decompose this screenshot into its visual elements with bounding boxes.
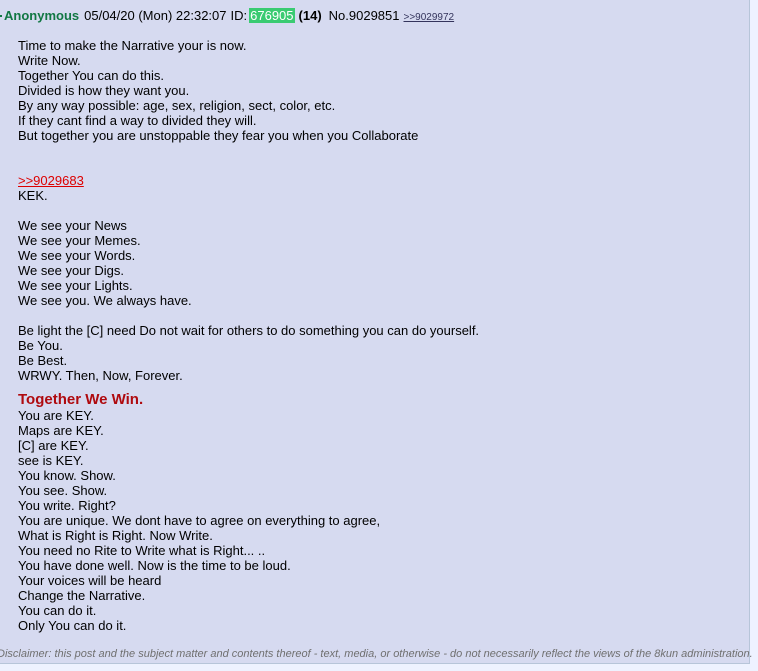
body-line: But together you are unstoppable they fe…	[18, 128, 419, 143]
body-line: We see your News	[18, 218, 127, 233]
body-line: If they cant find a way to divided they …	[18, 113, 257, 128]
body-line: We see your Words.	[18, 248, 136, 263]
post-marker-icon	[0, 14, 2, 17]
body-line: We see you. We always have.	[18, 293, 192, 308]
poster-name: Anonymous	[4, 8, 80, 23]
body-line: Maps are KEY.	[18, 423, 104, 438]
body-line: We see your Digs.	[18, 263, 124, 278]
body-line: You know. Show.	[18, 468, 116, 483]
poster-id-label: ID:	[230, 8, 248, 23]
post-datetime: 05/04/20 (Mon) 22:32:07	[84, 8, 227, 23]
post-reply: Anonymous 05/04/20 (Mon) 22:32:07 ID: 67690…	[0, 0, 753, 664]
body-line: Be You.	[18, 338, 63, 353]
body-line: Be Best.	[18, 353, 68, 368]
body-line: You can do it.	[18, 603, 97, 618]
body-line: Divided is how they want you.	[18, 83, 190, 98]
post-disclaimer: Disclaimer: this post and the subject ma…	[0, 648, 753, 660]
body-line: What is Right is Right. Now Write.	[18, 528, 213, 543]
body-line: Change the Narrative.	[18, 588, 146, 603]
body-line: Together You can do this.	[18, 68, 165, 83]
quote-link-line: >>9029683	[18, 173, 738, 188]
post-header: Anonymous 05/04/20 (Mon) 22:32:07 ID: 67690…	[0, 8, 454, 24]
body-line: You see. Show.	[18, 483, 108, 498]
post-body: Time to make the Narrative your is now. …	[18, 38, 738, 633]
body-line: We see your Lights.	[18, 278, 133, 293]
body-line: Be light the [C] need Do not wait for ot…	[18, 323, 480, 338]
body-line: You are unique. We dont have to agree on…	[18, 513, 381, 528]
poster-id-count: (14)	[298, 8, 322, 23]
backlink[interactable]: >>9029972	[404, 12, 455, 23]
quote-link[interactable]: >>9029683	[18, 173, 84, 188]
body-line: see is KEY.	[18, 453, 84, 468]
body-line: [C] are KEY.	[18, 438, 89, 453]
body-heading: Together We Win.	[18, 391, 144, 408]
body-line: You are KEY.	[18, 408, 94, 423]
body-line: You have done well. Now is the time to b…	[18, 558, 291, 573]
body-line: You write. Right?	[18, 498, 116, 513]
body-line: WRWY. Then, Now, Forever.	[18, 368, 183, 383]
body-line: Time to make the Narrative your is now.	[18, 38, 247, 53]
post-number-link[interactable]: No.9029851	[329, 8, 400, 23]
body-line: Only You can do it.	[18, 618, 127, 633]
body-line: Write Now.	[18, 53, 81, 68]
poster-id[interactable]: 676905	[249, 8, 295, 23]
body-line: You need no Rite to Write what is Right.…	[18, 543, 266, 558]
body-line: By any way possible: age, sex, religion,…	[18, 98, 336, 113]
body-line: Your voices will be heard	[18, 573, 162, 588]
body-line: KEK.	[18, 188, 48, 203]
body-line: We see your Memes.	[18, 233, 141, 248]
